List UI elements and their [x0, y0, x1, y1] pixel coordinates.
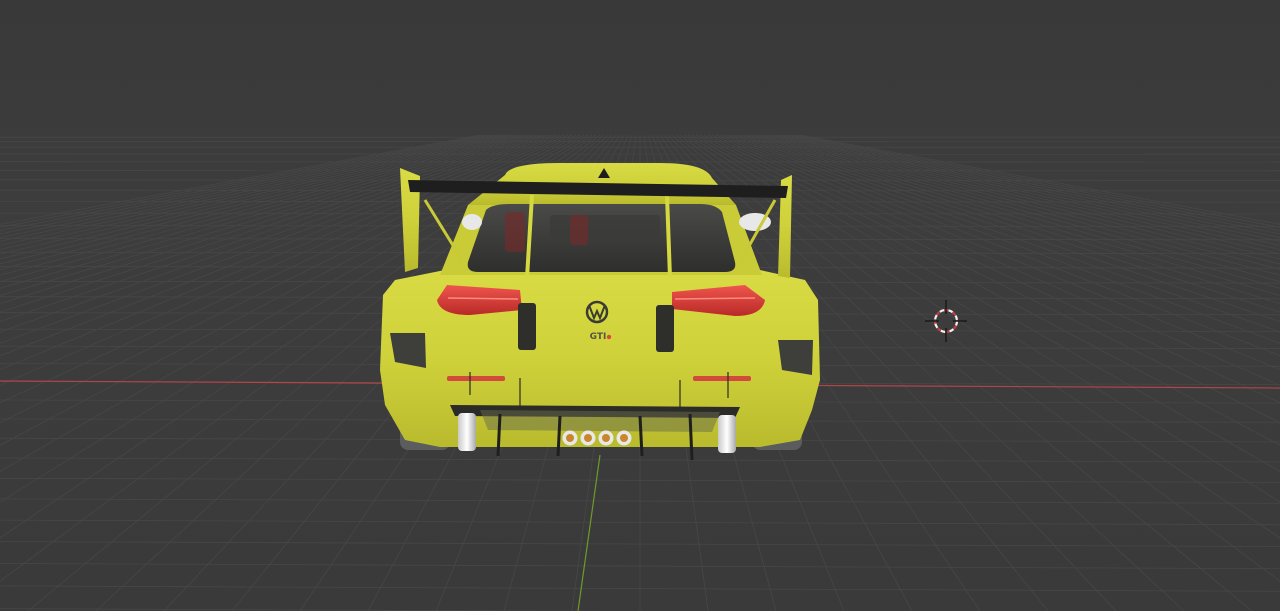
interior-cage-left	[505, 212, 525, 252]
side-exhaust-right	[718, 415, 736, 453]
gti-badge: GTI	[590, 332, 607, 342]
left-tail-light	[437, 285, 522, 315]
viewport-canvas[interactable]: GTI	[0, 0, 1280, 611]
interior-cage-center	[570, 215, 588, 245]
origin-point-icon	[606, 334, 612, 340]
right-light-strip	[674, 297, 756, 300]
diffuser-shadow	[480, 410, 720, 432]
left-mirror	[462, 214, 482, 230]
bumper-light-right	[693, 376, 751, 381]
interior-seat	[550, 215, 660, 239]
bumper-light-left	[447, 376, 505, 381]
left-light-strip	[447, 297, 519, 300]
side-exhaust-left	[458, 413, 476, 451]
right-fender-vent	[778, 340, 813, 375]
tailgate-vent-right	[656, 305, 674, 352]
3d-viewport[interactable]: GTI	[0, 0, 1280, 611]
tailgate-vent-left	[518, 303, 536, 350]
